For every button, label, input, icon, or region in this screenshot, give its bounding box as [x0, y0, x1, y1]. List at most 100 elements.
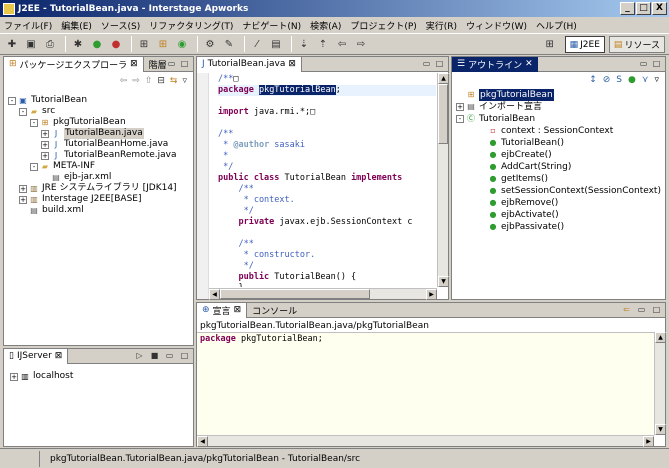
view-menu-icon[interactable]: ▿: [654, 75, 659, 85]
declaration-vertical-scrollbar[interactable]: ▲ ▼: [654, 332, 666, 435]
view-menu-icon[interactable]: ▿: [182, 76, 187, 86]
hide-static-icon[interactable]: S: [616, 75, 622, 85]
menu-refactor[interactable]: リファクタリング(T): [149, 19, 233, 32]
new-icon[interactable]: ✚: [4, 36, 20, 52]
maximize-view-icon[interactable]: □: [179, 350, 190, 361]
hide-fields-icon[interactable]: ⊘: [603, 75, 611, 85]
tree-item[interactable]: - ⊞ pkgTutorialBean: [8, 117, 191, 128]
scroll-left-icon[interactable]: ◀: [197, 436, 208, 447]
expand-toggle-icon[interactable]: +: [19, 184, 27, 193]
declaration-horizontal-scrollbar[interactable]: ◀ ▶: [197, 435, 654, 447]
menu-project[interactable]: プロジェクト(P): [350, 19, 416, 32]
tree-item[interactable]: + ▥ localhost: [10, 371, 73, 382]
search-icon[interactable]: ✎: [221, 36, 237, 52]
scroll-down-icon[interactable]: ▼: [655, 424, 666, 435]
tab-declaration[interactable]: ⊕ 宣言 ⊠: [197, 302, 248, 318]
menu-edit[interactable]: 編集(E): [61, 19, 92, 32]
new-class-icon[interactable]: ◉: [174, 36, 190, 52]
tab-package-explorer[interactable]: ⊞ パッケージエクスプローラ ⊠: [4, 56, 144, 72]
stop-server-icon[interactable]: ■: [149, 350, 160, 361]
hide-nonpublic-icon[interactable]: ●: [628, 75, 636, 85]
expand-toggle-icon[interactable]: +: [19, 195, 27, 204]
tree-item[interactable]: + J TutorialBeanHome.java: [8, 139, 191, 150]
start-server-icon[interactable]: ▷: [134, 350, 145, 361]
forward-icon[interactable]: ⇨: [353, 36, 369, 52]
expand-toggle-icon[interactable]: -: [19, 107, 27, 116]
close-icon[interactable]: ⊠: [288, 59, 296, 69]
open-type-icon[interactable]: ⚙: [202, 36, 218, 52]
tree-item[interactable]: - ▰ src: [8, 106, 191, 117]
maximize-view-icon[interactable]: □: [651, 58, 662, 69]
tab-console[interactable]: コンソール: [247, 303, 302, 318]
menu-run[interactable]: 実行(R): [426, 19, 457, 32]
hide-local-types-icon[interactable]: ⋎: [642, 75, 649, 85]
expand-toggle-icon[interactable]: -: [8, 96, 16, 105]
new-java-project-icon[interactable]: ⊞: [136, 36, 152, 52]
tree-item[interactable]: ▤ ejb-jar.xml: [8, 172, 191, 183]
prev-annotation-icon[interactable]: ⇡: [315, 36, 331, 52]
expand-toggle-icon[interactable]: -: [456, 115, 464, 123]
editor-text-area[interactable]: /**□ package pkgTutorialBean; import java.…: [218, 74, 436, 287]
tree-item[interactable]: + ▥ JRE システムライブラリ [JDK14]: [8, 183, 191, 194]
sort-icon[interactable]: ↕: [589, 75, 597, 85]
maximize-view-icon[interactable]: □: [179, 58, 190, 69]
open-perspective-icon[interactable]: ⊞: [542, 37, 558, 53]
close-icon[interactable]: ✕: [525, 59, 533, 69]
tree-item[interactable]: ▤ build.xml: [8, 205, 191, 216]
menu-window[interactable]: ウィンドウ(W): [466, 19, 527, 32]
scroll-thumb[interactable]: [220, 289, 370, 299]
outline-item[interactable]: ● ejbRemove(): [456, 197, 663, 209]
debug-icon[interactable]: ✱: [70, 36, 86, 52]
back-icon[interactable]: ⇦: [120, 76, 128, 86]
tab-ijserver[interactable]: ▯ IJServer ⊠: [4, 348, 69, 364]
maximize-button[interactable]: □: [636, 2, 651, 15]
back-icon[interactable]: ⇦: [334, 36, 350, 52]
perspective-j2ee-button[interactable]: ▦ J2EE: [564, 36, 605, 53]
external-tools-icon[interactable]: ●: [108, 36, 124, 52]
expand-toggle-icon[interactable]: +: [41, 151, 49, 160]
close-button[interactable]: X: [652, 2, 667, 15]
outline-item[interactable]: ● ejbCreate(): [456, 149, 663, 161]
scroll-thumb[interactable]: [438, 84, 448, 144]
menu-help[interactable]: ヘルプ(H): [536, 19, 577, 32]
open-input-icon[interactable]: ⇐: [621, 304, 632, 315]
outline-item[interactable]: ● getItems(): [456, 173, 663, 185]
expand-toggle-icon[interactable]: -: [30, 162, 38, 171]
outline-item[interactable]: ● ejbPassivate(): [456, 221, 663, 233]
perspective-resource-button[interactable]: ▤ リソース: [608, 36, 665, 53]
menu-file[interactable]: ファイル(F): [4, 19, 52, 32]
minimize-button[interactable]: _: [620, 2, 635, 15]
tab-outline[interactable]: ☰ アウトライン ✕: [452, 56, 538, 72]
print-icon[interactable]: ⎙: [42, 36, 58, 52]
outline-item[interactable]: ● AddCart(String): [456, 161, 663, 173]
outline-item[interactable]: ⊞ pkgTutorialBean: [456, 89, 663, 101]
scroll-left-icon[interactable]: ◀: [209, 289, 220, 300]
tree-item[interactable]: - ▰ META-INF: [8, 161, 191, 172]
link-editor-icon[interactable]: ⇆: [170, 76, 178, 86]
editor-vertical-scrollbar[interactable]: ▲ ▼: [437, 73, 449, 287]
expand-toggle-icon[interactable]: +: [456, 103, 464, 111]
outline-item[interactable]: ● setSessionContext(SessionContext): [456, 185, 663, 197]
minimize-view-icon[interactable]: ▭: [638, 58, 649, 69]
tree-item[interactable]: + J TutorialBeanRemote.java: [8, 150, 191, 161]
run-icon[interactable]: ●: [89, 36, 105, 52]
up-icon[interactable]: ⇧: [145, 76, 153, 86]
outline-item[interactable]: + ▤ インポート宣言: [456, 101, 663, 113]
save-icon[interactable]: ▣: [23, 36, 39, 52]
scroll-up-icon[interactable]: ▲: [655, 332, 666, 343]
close-icon[interactable]: ⊠: [130, 59, 138, 69]
minimize-view-icon[interactable]: ▭: [636, 304, 647, 315]
expand-toggle-icon[interactable]: +: [41, 140, 49, 149]
collapse-all-icon[interactable]: ⊟: [157, 76, 165, 86]
outline-item[interactable]: ● ejbActivate(): [456, 209, 663, 221]
minimize-view-icon[interactable]: ▭: [166, 58, 177, 69]
expand-toggle-icon[interactable]: +: [10, 372, 18, 381]
minimize-view-icon[interactable]: ▭: [164, 350, 175, 361]
scroll-right-icon[interactable]: ▶: [643, 436, 654, 447]
editor-horizontal-scrollbar[interactable]: ◀ ▶: [209, 288, 437, 300]
outline-item[interactable]: ▫ context : SessionContext: [456, 125, 663, 137]
tab-editor-tutorialbean[interactable]: J TutorialBean.java ⊠: [197, 56, 302, 72]
menu-navigate[interactable]: ナビゲート(N): [242, 19, 301, 32]
new-package-icon[interactable]: ⊞: [155, 36, 171, 52]
minimize-view-icon[interactable]: ▭: [421, 58, 432, 69]
